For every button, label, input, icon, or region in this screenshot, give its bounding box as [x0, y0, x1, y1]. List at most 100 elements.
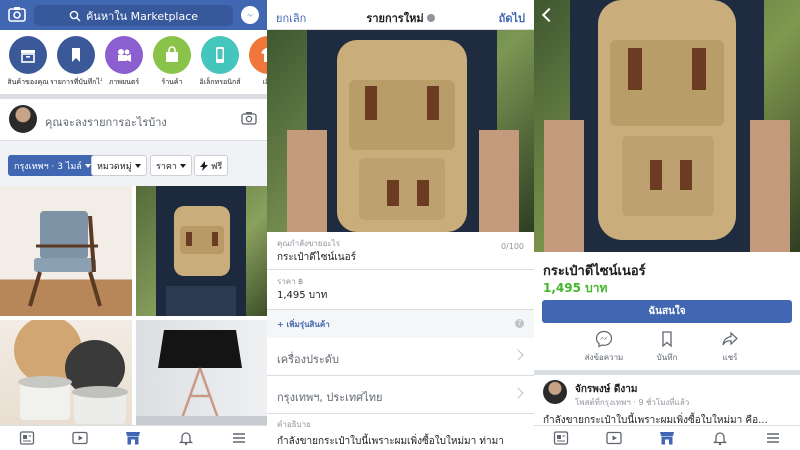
bookmark-icon	[662, 331, 672, 348]
location-filter-label: กรุงเทพฯ · 3 ไมล์	[14, 161, 82, 172]
seller-meta: โพสต์ที่กรุงเทพฯ · 9 ชั่วโมงที่แล้ว	[575, 398, 690, 407]
message-label: ส่งข้อความ	[584, 353, 624, 362]
new-listing-screen: ยกเลิก รายการใหม่ ถัดไป คุณกำลังขายอะไร …	[267, 0, 534, 450]
camera-icon[interactable]	[8, 6, 26, 22]
category-clothing[interactable]: เสื้อ	[242, 36, 267, 88]
category-value: เครื่องประดับ	[277, 353, 339, 366]
listing-title: กระเป๋าดีไซน์เนอร์	[543, 264, 646, 279]
add-variant-link[interactable]: + เพิ่มรุ่นสินค้า	[277, 318, 330, 331]
bookmark-icon	[57, 36, 95, 74]
message-button[interactable]: ส่งข้อความ	[574, 330, 634, 364]
tab-menu[interactable]	[764, 430, 782, 446]
next-button[interactable]: ถัดไป	[499, 9, 525, 27]
video-icon	[606, 431, 622, 445]
category-saved[interactable]: รายการที่บันทึกไว้	[50, 36, 102, 88]
tab-watch[interactable]	[71, 430, 89, 446]
film-camera-icon	[105, 36, 143, 74]
messenger-icon	[595, 330, 613, 348]
filter-bar: กรุงเทพฯ · 3 ไมล์ หมวดหมู่ ราคา ฟรี	[0, 141, 267, 186]
phone-icon	[201, 36, 239, 74]
price-filter[interactable]: ราคา	[150, 155, 192, 176]
interested-button[interactable]: ฉันสนใจ	[542, 300, 792, 323]
item-title-field[interactable]: คุณกำลังขายอะไร 0/100 กระเป๋าดีไซน์เนอร์	[267, 232, 534, 270]
clothing-icon	[249, 36, 267, 74]
tab-marketplace[interactable]	[124, 430, 142, 446]
category-label: ภาพยนตร์	[108, 78, 140, 86]
seller-post: จักรพงษ์ ดีงาม โพสต์ที่กรุงเทพฯ · 9 ชั่ว…	[534, 375, 800, 426]
avatar[interactable]	[543, 380, 567, 404]
item-title-label: คุณกำลังขายอะไร	[277, 239, 340, 248]
share-button[interactable]: แชร์	[700, 330, 760, 364]
category-your-items[interactable]: สินค้าของคุณ	[2, 36, 54, 88]
listing-photo[interactable]	[267, 30, 534, 232]
news-feed-icon	[553, 431, 569, 445]
category-selector[interactable]: เครื่องประดับ	[267, 338, 534, 376]
chevron-down-icon	[134, 163, 141, 168]
tab-menu[interactable]	[230, 430, 248, 446]
category-electronics[interactable]: อิเล็กทรอนิกส์	[194, 36, 246, 88]
listing-tile-backpack[interactable]	[136, 186, 267, 316]
marketplace-screen: ค้นหาใน Marketplace สินค้าของคุณ รายการท…	[0, 0, 267, 450]
marketplace-search-bar[interactable]: ค้นหาใน Marketplace	[34, 5, 233, 26]
location-selector[interactable]: กรุงเทพฯ, ประเทศไทย	[267, 376, 534, 414]
box-icon	[9, 36, 47, 74]
tab-news-feed[interactable]	[552, 430, 570, 446]
help-icon[interactable]: ?	[515, 319, 524, 328]
price-value: 1,495 บาท	[277, 290, 328, 301]
new-listing-header: ยกเลิก รายการใหม่ ถัดไป	[267, 0, 534, 30]
page-title: รายการใหม่	[267, 9, 534, 27]
sell-composer[interactable]: คุณจะลงรายการอะไรบ้าง	[0, 99, 267, 141]
page-title-text: รายการใหม่	[366, 12, 424, 25]
category-label: ร้านค้า	[161, 78, 183, 86]
listing-tile-lamp[interactable]	[136, 320, 267, 430]
chair-image	[28, 211, 102, 307]
tab-marketplace[interactable]	[658, 430, 676, 446]
menu-icon	[767, 433, 779, 443]
location-value: กรุงเทพฯ, ประเทศไทย	[277, 391, 383, 404]
marketplace-icon	[126, 432, 140, 445]
menu-icon	[233, 433, 245, 443]
lamp-image	[136, 330, 267, 430]
avatar	[9, 105, 37, 133]
chevron-down-icon	[84, 163, 91, 168]
category-shops[interactable]: ร้านค้า	[146, 36, 198, 88]
shopping-bag-icon	[153, 36, 191, 74]
globe-icon	[426, 14, 435, 22]
listing-tile-cookware[interactable]	[0, 320, 132, 430]
category-label: เสื้อ	[262, 78, 267, 86]
chevron-right-icon	[512, 349, 524, 361]
price-field[interactable]: ราคา ฿ 1,495 บาท	[267, 270, 534, 310]
listing-price: 1,495 บาท	[543, 281, 608, 295]
price-filter-label: ราคา	[156, 161, 177, 172]
category-filter[interactable]: หมวดหมู่	[91, 155, 147, 176]
tab-notifications[interactable]	[177, 430, 195, 446]
bottom-tab-bar	[534, 425, 800, 450]
category-label: รายการที่บันทึกไว้	[50, 78, 102, 86]
chevron-right-icon	[512, 387, 524, 399]
add-variant-row: + เพิ่มรุ่นสินค้า ?	[267, 310, 534, 338]
save-button[interactable]: บันทึก	[637, 330, 697, 364]
share-label: แชร์	[722, 353, 738, 362]
listing-detail-screen: กระเป๋าดีไซน์เนอร์ 1,495 บาท ฉันสนใจ ส่ง…	[534, 0, 800, 450]
item-title-value: กระเป๋าดีไซน์เนอร์	[277, 252, 356, 263]
location-filter[interactable]: กรุงเทพฯ · 3 ไมล์	[8, 155, 97, 176]
description-field[interactable]: คำอธิบาย กำลังขายกระเป๋าใบนี้เพราะผมเพิ่…	[267, 414, 534, 450]
listing-tile-chair[interactable]	[0, 186, 132, 316]
bottom-tab-bar	[0, 425, 267, 450]
backpack-photo	[287, 30, 519, 232]
listing-photo[interactable]	[534, 0, 800, 252]
seller-name[interactable]: จักรพงษ์ ดีงาม	[575, 382, 637, 397]
save-label: บันทึก	[656, 353, 678, 362]
messenger-icon[interactable]	[241, 6, 259, 24]
category-movies[interactable]: ภาพยนตร์	[98, 36, 150, 88]
category-label: สินค้าของคุณ	[7, 78, 49, 86]
free-filter-label: ฟรี	[211, 161, 223, 172]
camera-icon[interactable]	[241, 111, 257, 125]
search-placeholder: ค้นหาใน Marketplace	[85, 9, 199, 23]
tab-watch[interactable]	[605, 430, 623, 446]
tab-notifications[interactable]	[711, 430, 729, 446]
category-filter-label: หมวดหมู่	[97, 161, 132, 172]
category-row: สินค้าของคุณ รายการที่บันทึกไว้ ภาพยนตร์…	[0, 30, 267, 94]
tab-news-feed[interactable]	[18, 430, 36, 446]
free-filter[interactable]: ฟรี	[194, 155, 229, 176]
